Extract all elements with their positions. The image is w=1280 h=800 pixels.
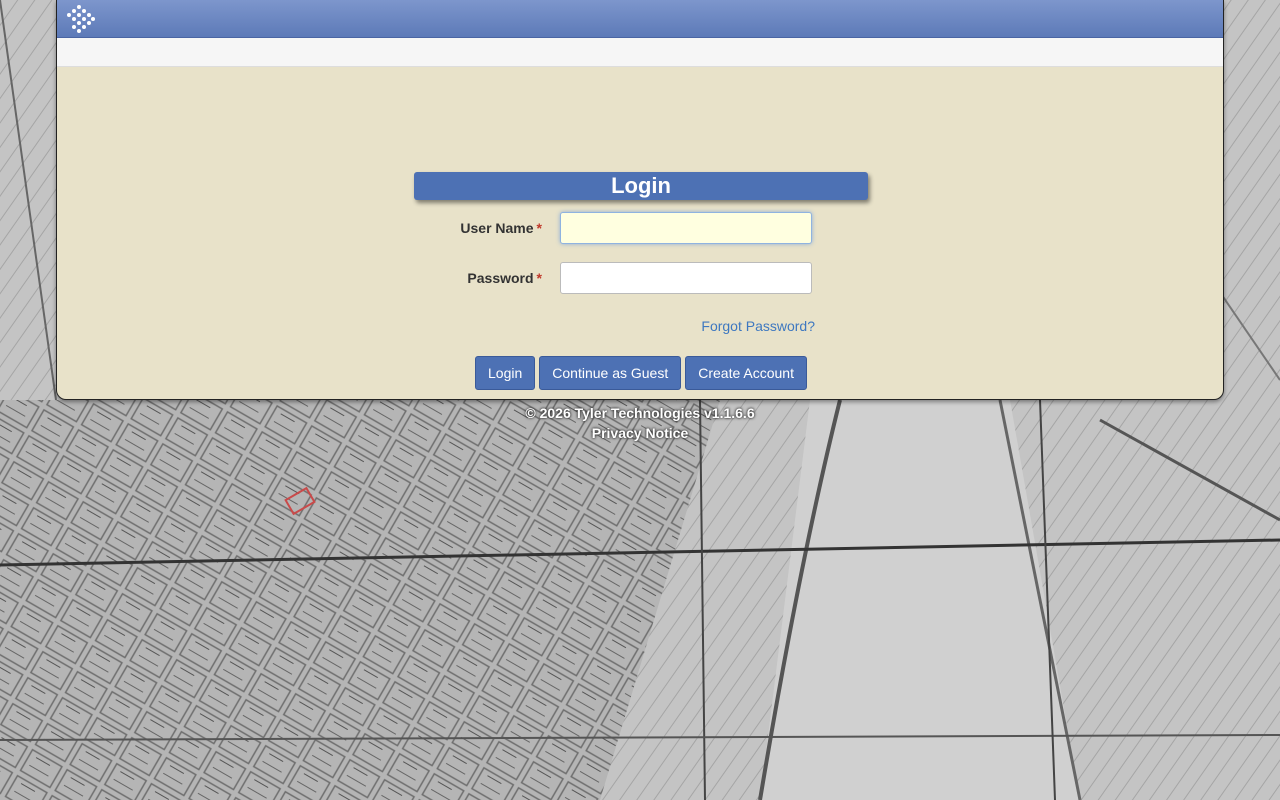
- login-form: Login User Name * Password * Forgot Passwo…: [414, 172, 868, 390]
- password-input[interactable]: [560, 262, 812, 294]
- login-button[interactable]: Login: [475, 356, 536, 390]
- username-label: User Name *: [460, 220, 542, 236]
- copyright-text: © 2026 Tyler Technologies v1.1.6.6: [525, 405, 755, 421]
- password-row: Password *: [414, 262, 868, 296]
- privacy-notice-link[interactable]: Privacy Notice: [592, 425, 689, 441]
- create-account-button[interactable]: Create Account: [685, 356, 807, 390]
- password-label: Password *: [467, 270, 542, 286]
- tyler-dots-logo-icon[interactable]: [63, 4, 95, 34]
- page-footer: © 2026 Tyler Technologies v1.1.6.6 Priva…: [0, 403, 1280, 443]
- header-bar: [57, 0, 1223, 38]
- username-input[interactable]: [560, 212, 812, 244]
- continue-as-guest-button[interactable]: Continue as Guest: [539, 356, 682, 390]
- required-marker: *: [536, 270, 542, 286]
- app-window: Login User Name * Password * Forgot Passwo…: [56, 0, 1224, 400]
- forgot-password-link[interactable]: Forgot Password?: [701, 318, 815, 334]
- toolbar-strip: [57, 38, 1223, 67]
- login-title: Login: [414, 172, 868, 200]
- required-marker: *: [536, 220, 542, 236]
- login-actions: Login Continue as Guest Create Account: [475, 356, 807, 390]
- username-row: User Name *: [414, 212, 868, 246]
